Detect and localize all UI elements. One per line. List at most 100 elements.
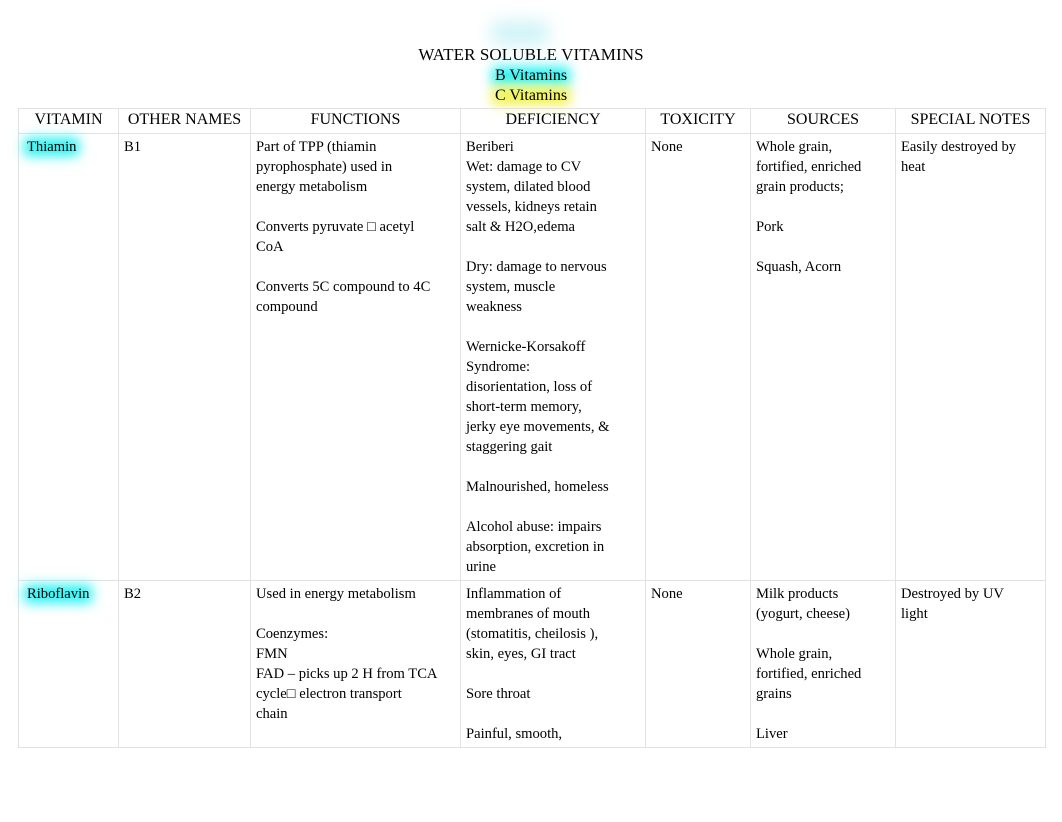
title-glow-decoration [492,22,548,44]
text-line: (stomatitis, cheilosis ), [466,626,599,642]
text-line: Sore throat [466,686,531,702]
cell-sources: Milk products (yogurt, cheese) Whole grain… [750,580,896,748]
table-body: Thiamin B1 Part of TPP (thiamin pyrophosp… [18,133,1046,748]
vitamin-name-highlight: Riboflavin [24,584,93,604]
vitamin-name-label: Riboflavin [27,586,90,602]
page-title: WATER SOLUBLE VITAMINS [418,45,644,64]
subtitle-c-vitamins-highlight: C Vitamins [491,86,571,106]
text-line: Milk products [756,586,839,602]
text-line: urine [466,559,496,575]
text-line: Easily destroyed by [901,139,1017,155]
text-line: Wet: damage to CV [466,159,582,175]
cell-special-notes: Easily destroyed by heat [895,133,1046,581]
text-line: pyrophosphate) used in [256,159,393,175]
text-line: Wernicke-Korsakoff [466,339,586,355]
text-line: Pork [756,219,784,235]
cell-deficiency: Beriberi Wet: damage to CV system, dilated… [460,133,646,581]
text-line: absorption, excretion in [466,539,605,555]
text-line: grains [756,686,792,702]
table-header: VITAMIN OTHER NAMES FUNCTIONS DEFICIENCY… [18,108,1046,134]
text-line: light [901,606,928,622]
text-line: Dry: damage to nervous [466,259,607,275]
text-line: Converts 5C compound to 4C [256,279,431,295]
column-header-other-names: OTHER NAMES [118,108,251,134]
cell-vitamin-name: Riboflavin [18,580,119,748]
document-title-block: WATER SOLUBLE VITAMINS B Vitamins C Vita… [0,44,1062,106]
subtitle-b-vitamins-label: B Vitamins [494,67,568,84]
text-line: (yogurt, cheese) [756,606,851,622]
text-line: short-term memory, [466,399,582,415]
cell-other-names: B2 [118,580,251,748]
text-line: Coenzymes: [256,626,329,642]
text-line: Liver [756,726,788,742]
column-header-functions: FUNCTIONS [250,108,461,134]
column-header-deficiency: DEFICIENCY [460,108,646,134]
column-header-toxicity: TOXICITY [645,108,751,134]
subtitle-c-vitamins-line: C Vitamins [0,86,1062,106]
text-line: Whole grain, [756,139,833,155]
column-header-special-notes: SPECIAL NOTES [895,108,1046,134]
text-line: FMN [256,646,288,662]
cell-other-names: B1 [118,133,251,581]
text-line: energy metabolism [256,179,368,195]
subtitle-b-vitamins-highlight: B Vitamins [491,66,571,86]
text-line: CoA [256,239,284,255]
table-row: Riboflavin B2 Used in energy metabolism C… [18,580,1046,748]
text-line: Beriberi [466,139,514,155]
column-header-sources: SOURCES [750,108,896,134]
text-line: weakness [466,299,522,315]
text-line: Syndrome: [466,359,531,375]
text-line: heat [901,159,926,175]
vitamin-name-highlight: Thiamin [24,137,80,157]
text-line: staggering gait [466,439,553,455]
text-line: Squash, Acorn [756,259,842,275]
cell-special-notes: Destroyed by UV light [895,580,1046,748]
cell-sources: Whole grain, fortified, enriched grain pro… [750,133,896,581]
text-line: fortified, enriched [756,159,862,175]
text-line: Used in energy metabolism [256,586,416,602]
text-line: Destroyed by UV [901,586,1004,602]
text-line: disorientation, loss of [466,379,593,395]
cell-deficiency: Inflammation of membranes of mouth (stomat… [460,580,646,748]
text-line: chain [256,706,288,722]
text-line: Part of TPP (thiamin [256,139,377,155]
cell-toxicity: None [645,133,751,581]
text-line: jerky eye movements, & [466,419,610,435]
text-line: FAD – picks up 2 H from TCA [256,666,438,682]
text-line: vessels, kidneys retain [466,199,597,215]
text-line: grain products; [756,179,844,195]
text-line: system, muscle [466,279,556,295]
text-line: system, dilated blood [466,179,591,195]
vitamins-table: VITAMIN OTHER NAMES FUNCTIONS DEFICIENCY… [18,108,1046,748]
subtitle-c-vitamins-label: C Vitamins [494,87,568,104]
text-line: Alcohol abuse: impairs [466,519,602,535]
vitamin-name-label: Thiamin [27,139,77,155]
text-line: Painful, smooth, [466,726,563,742]
cell-vitamin-name: Thiamin [18,133,119,581]
text-line: cycle□ electron transport [256,686,402,702]
text-line: Whole grain, [756,646,833,662]
text-line: skin, eyes, GI tract [466,646,576,662]
text-line: membranes of mouth [466,606,591,622]
cell-toxicity: None [645,580,751,748]
text-line: Converts pyruvate □ acetyl [256,219,415,235]
cell-functions: Part of TPP (thiamin pyrophosphate) used … [250,133,461,581]
text-line: fortified, enriched [756,666,862,682]
text-line: Inflammation of [466,586,562,602]
text-line: compound [256,299,318,315]
subtitle-b-vitamins-line: B Vitamins [0,66,1062,86]
text-line: Malnourished, homeless [466,479,609,495]
table-header-row: VITAMIN OTHER NAMES FUNCTIONS DEFICIENCY… [18,108,1046,134]
